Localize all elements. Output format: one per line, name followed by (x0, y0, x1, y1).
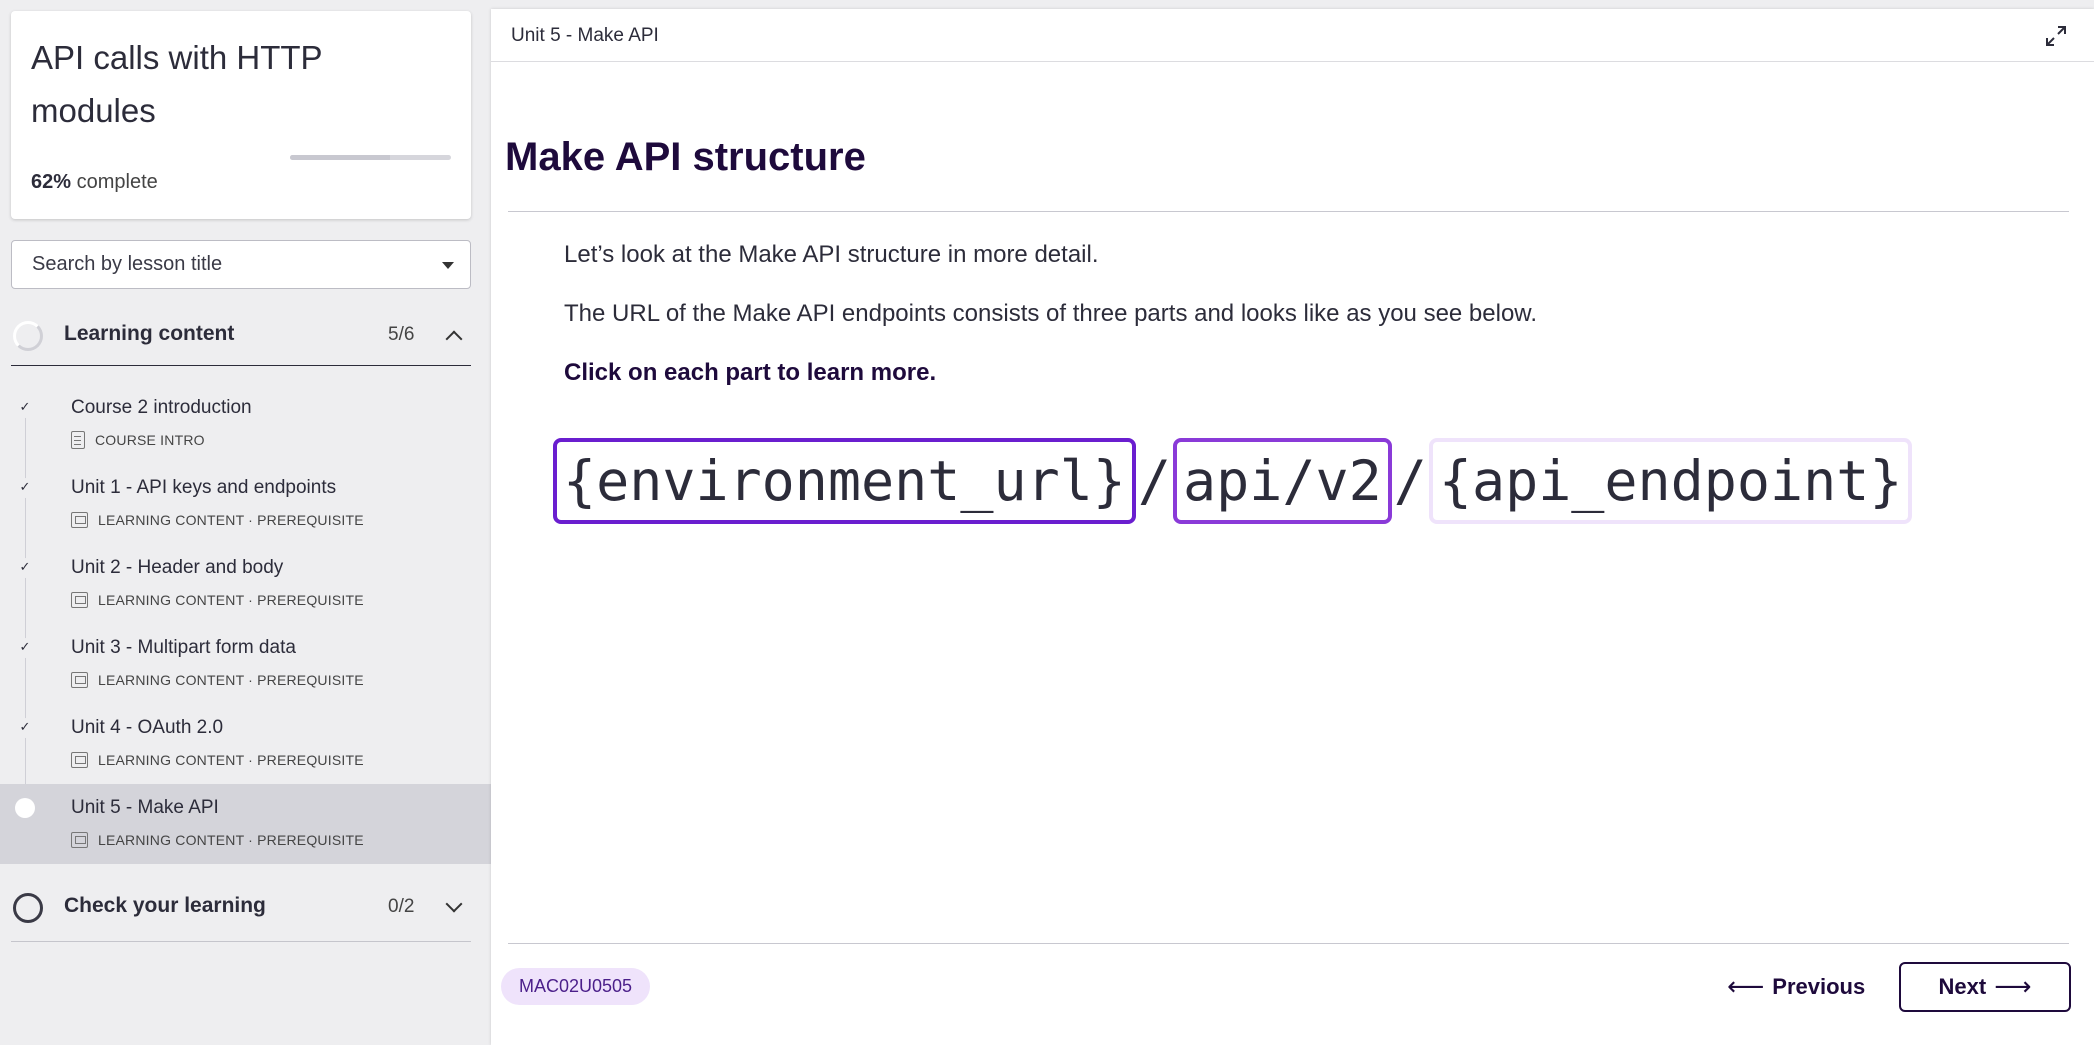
course-sidebar: API calls with HTTP modules 62% complete… (0, 0, 491, 1045)
lesson-meta: LEARNING CONTENT · PREREQUISITE (71, 590, 364, 610)
course-progress-bar (290, 155, 451, 160)
lesson-content-panel: Unit 5 - Make API Make API structure Let… (491, 9, 2094, 1045)
api-url-structure: {environment_url} / api/v2 / {api_endpoi… (553, 436, 1913, 526)
caret-down-icon (442, 262, 454, 269)
page-title: Make API structure (505, 135, 866, 179)
checkmark-icon: ✓ (15, 478, 35, 498)
lesson-title: Unit 4 - OAuth 2.0 (71, 717, 224, 738)
chevron-up-icon[interactable] (445, 330, 463, 348)
lesson-meta: COURSE INTRO (71, 430, 205, 450)
url-part-api-version-button[interactable]: api/v2 (1173, 438, 1392, 524)
url-separator: / (1137, 449, 1172, 513)
course-progress-text: 62% complete (31, 171, 158, 194)
screen-icon (71, 672, 88, 688)
description-paragraph: The URL of the Make API endpoints consis… (564, 300, 1537, 327)
lesson-meta-text: COURSE INTRO (95, 432, 205, 448)
lesson-search-label: Search by lesson title (32, 253, 223, 275)
previous-label: Previous (1772, 974, 1866, 999)
lesson-meta: LEARNING CONTENT · PREREQUISITE (71, 670, 364, 690)
checkmark-icon: ✓ (15, 638, 35, 658)
current-lesson-dot-icon (15, 798, 35, 818)
lesson-meta: LEARNING CONTENT · PREREQUISITE (71, 830, 364, 850)
next-label: Next (1938, 974, 1987, 999)
lesson-item-course-intro[interactable]: ✓ Course 2 introduction COURSE INTRO (0, 384, 491, 464)
empty-ring-icon (13, 893, 43, 923)
divider (508, 943, 2069, 944)
lesson-search-select[interactable]: Search by lesson title (11, 240, 471, 289)
progress-ring-icon (13, 321, 43, 351)
lesson-meta-text: LEARNING CONTENT · PREREQUISITE (98, 592, 364, 608)
lesson-meta: LEARNING CONTENT · PREREQUISITE (71, 510, 364, 530)
screen-icon (71, 512, 88, 528)
section-title: Learning content (64, 322, 235, 345)
lesson-item-unit-4[interactable]: ✓ Unit 4 - OAuth 2.0 LEARNING CONTENT · … (0, 704, 491, 784)
document-icon (71, 431, 85, 449)
chevron-down-icon[interactable] (445, 895, 463, 913)
lesson-title: Course 2 introduction (71, 397, 252, 418)
url-part-environment-button[interactable]: {environment_url} (553, 438, 1136, 524)
lesson-meta-text: LEARNING CONTENT · PREREQUISITE (98, 752, 364, 768)
lesson-title: Unit 3 - Multipart form data (71, 637, 296, 658)
course-title: API calls with HTTP modules (31, 39, 322, 129)
section-header-check-your-learning[interactable]: Check your learning 0/2 (11, 876, 471, 942)
arrow-left-icon: ⟵ (1727, 972, 1765, 1002)
screen-icon (71, 752, 88, 768)
arrow-right-icon: ⟶ (1994, 972, 2032, 1002)
checkmark-icon: ✓ (15, 398, 35, 418)
screen-icon (71, 832, 88, 848)
section-count: 0/2 (388, 896, 415, 917)
checkmark-icon: ✓ (15, 718, 35, 738)
lesson-meta: LEARNING CONTENT · PREREQUISITE (71, 750, 364, 770)
checkmark-icon: ✓ (15, 558, 35, 578)
section-title: Check your learning (64, 894, 266, 917)
lesson-item-unit-1[interactable]: ✓ Unit 1 - API keys and endpoints LEARNI… (0, 464, 491, 544)
lesson-item-unit-5-active[interactable]: Unit 5 - Make API LEARNING CONTENT · PRE… (0, 784, 491, 864)
lesson-item-unit-3[interactable]: ✓ Unit 3 - Multipart form data LEARNING … (0, 624, 491, 704)
lesson-meta-text: LEARNING CONTENT · PREREQUISITE (98, 832, 364, 848)
instruction-text: Click on each part to learn more. (564, 359, 937, 386)
course-summary-card: API calls with HTTP modules 62% complete (11, 11, 471, 219)
lesson-meta-text: LEARNING CONTENT · PREREQUISITE (98, 672, 364, 688)
intro-paragraph: Let’s look at the Make API structure in … (564, 241, 1099, 268)
breadcrumb: Unit 5 - Make API (511, 25, 659, 46)
next-button[interactable]: Next ⟶ (1899, 962, 2071, 1012)
url-separator: / (1393, 449, 1427, 513)
lesson-item-unit-2[interactable]: ✓ Unit 2 - Header and body LEARNING CONT… (0, 544, 491, 624)
url-part-endpoint-button[interactable]: {api_endpoint} (1428, 438, 1913, 524)
progress-suffix: complete (76, 171, 158, 193)
expand-icon[interactable] (2044, 24, 2068, 48)
section-count: 5/6 (388, 324, 415, 345)
previous-button[interactable]: ⟵ Previous (1715, 962, 1877, 1012)
lesson-title: Unit 2 - Header and body (71, 557, 284, 578)
lesson-meta-text: LEARNING CONTENT · PREREQUISITE (98, 512, 364, 528)
screen-icon (71, 592, 88, 608)
lesson-title: Unit 1 - API keys and endpoints (71, 477, 337, 498)
progress-percent: 62% (31, 171, 72, 193)
divider (508, 211, 2069, 212)
lesson-title: Unit 5 - Make API (71, 797, 219, 818)
section-header-learning-content[interactable]: Learning content 5/6 (11, 304, 471, 366)
lesson-topbar: Unit 5 - Make API (491, 9, 2094, 62)
course-progress-fill (290, 155, 390, 160)
lesson-code-badge: MAC02U0505 (501, 968, 651, 1005)
